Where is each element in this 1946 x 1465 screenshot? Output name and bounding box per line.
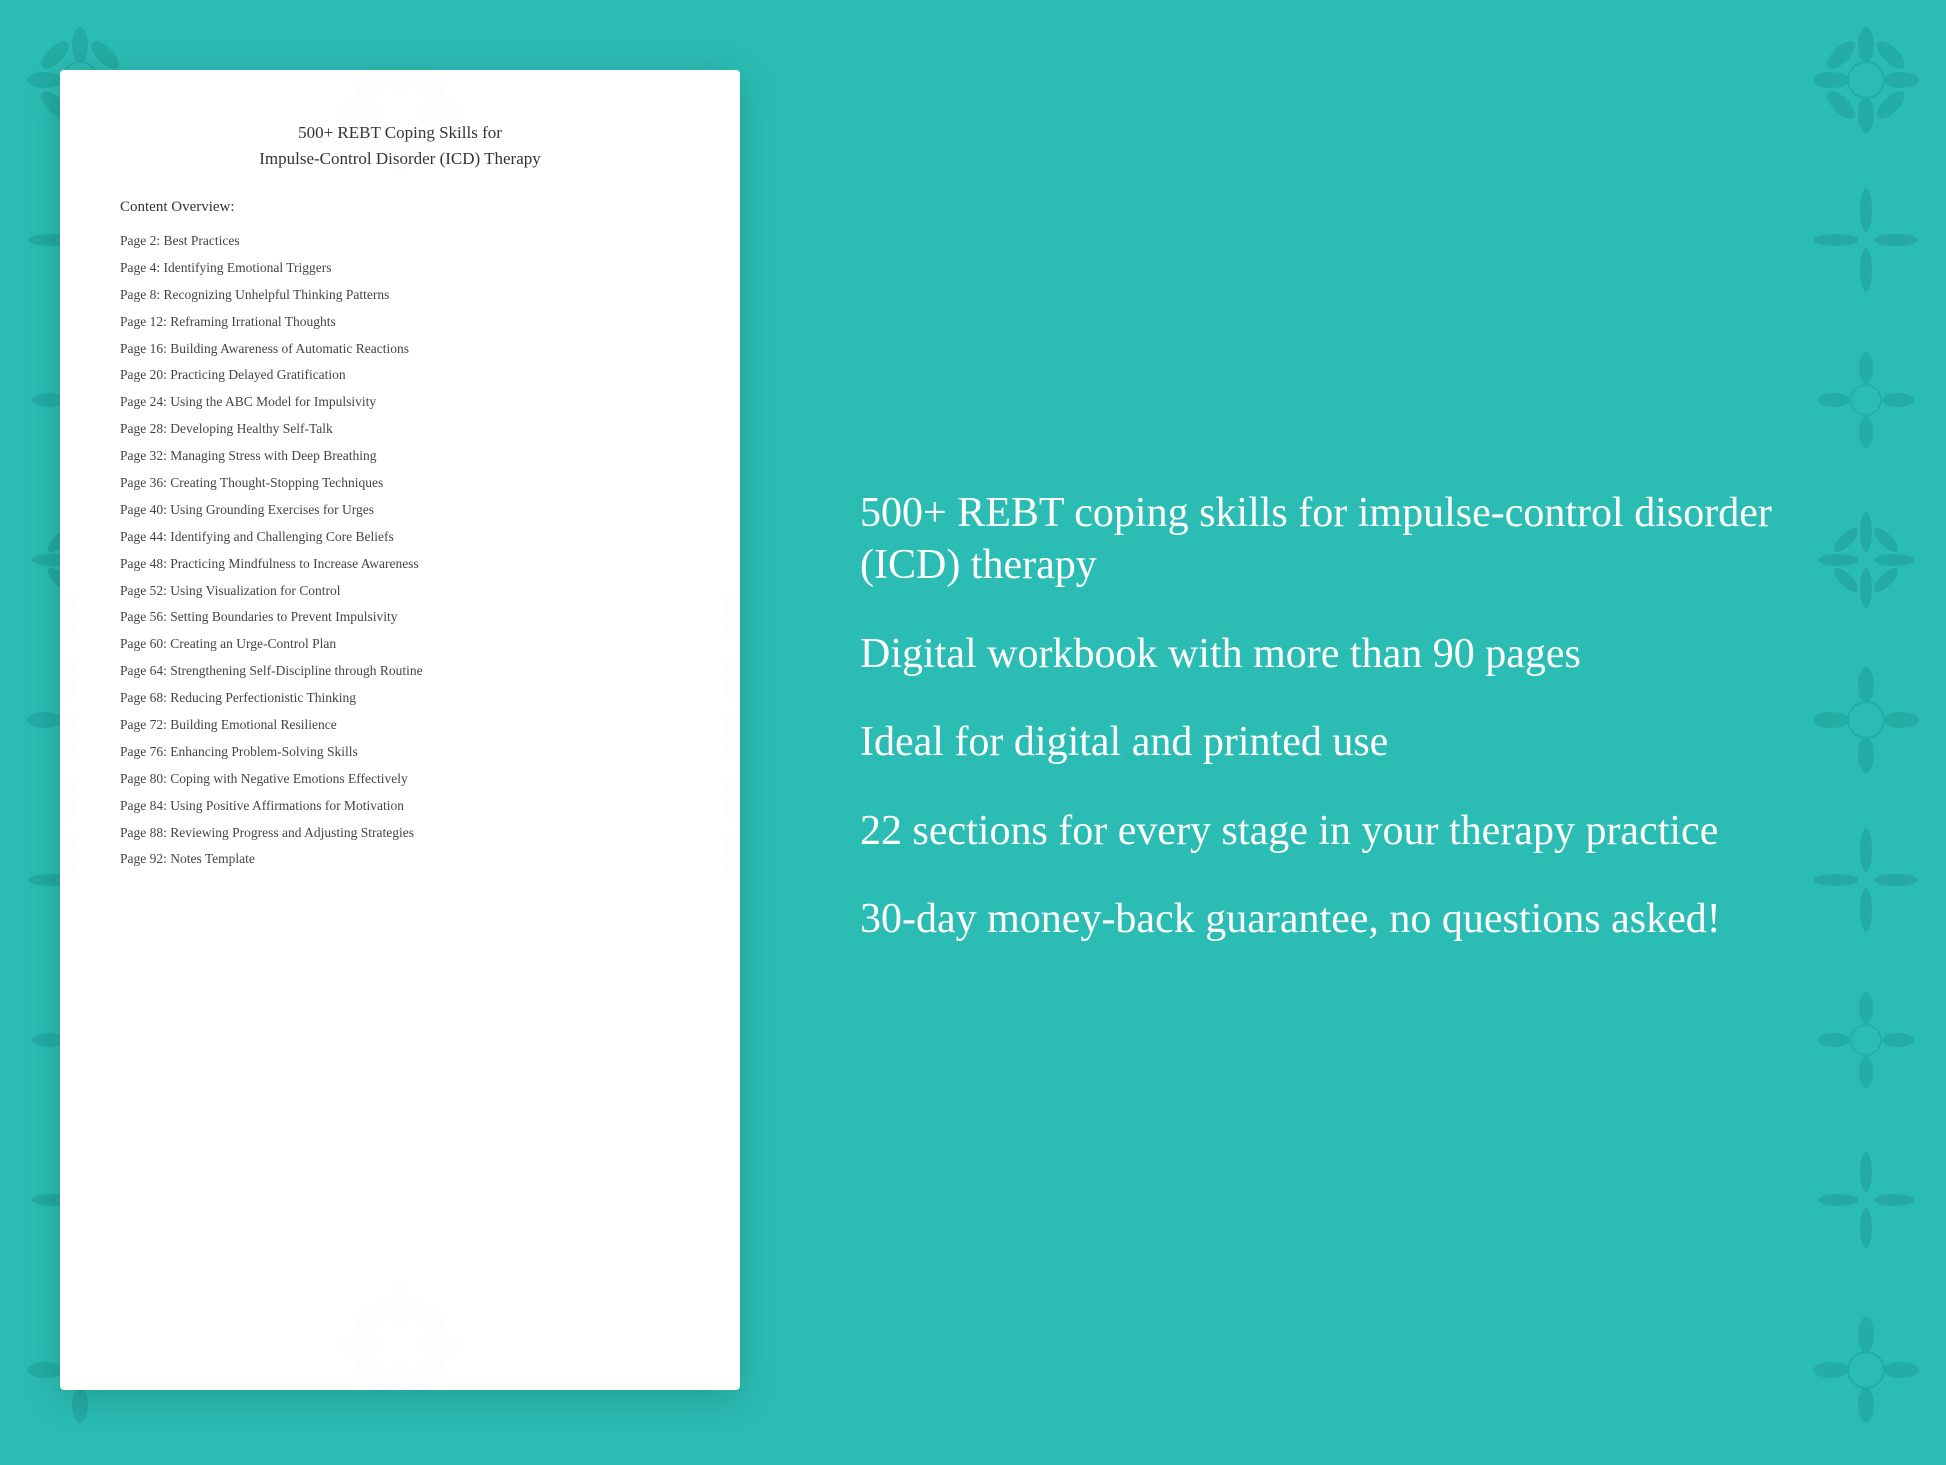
toc-item: Page 24: Using the ABC Model for Impulsi… xyxy=(120,389,680,416)
toc-item: Page 32: Managing Stress with Deep Breat… xyxy=(120,443,680,470)
toc-item: Page 4: Identifying Emotional Triggers xyxy=(120,255,680,282)
toc-item: Page 36: Creating Thought-Stopping Techn… xyxy=(120,470,680,497)
toc-item: Page 16: Building Awareness of Automatic… xyxy=(120,336,680,363)
toc-item: Page 76: Enhancing Problem-Solving Skill… xyxy=(120,739,680,766)
marketing-panel: 500+ REBT coping skills for impulse-cont… xyxy=(800,0,1946,1460)
toc-item: Page 80: Coping with Negative Emotions E… xyxy=(120,766,680,793)
marketing-point-3: Ideal for digital and printed use xyxy=(860,716,1866,769)
toc-item: Page 8: Recognizing Unhelpful Thinking P… xyxy=(120,282,680,309)
table-of-contents: Page 2: Best PracticesPage 4: Identifyin… xyxy=(120,228,680,873)
toc-item: Page 92: Notes Template xyxy=(120,846,680,873)
marketing-point-5: 30-day money-back guarantee, no question… xyxy=(860,893,1866,946)
document-title: 500+ REBT Coping Skills for Impulse-Cont… xyxy=(120,120,680,171)
toc-item: Page 60: Creating an Urge-Control Plan xyxy=(120,631,680,658)
toc-item: Page 52: Using Visualization for Control xyxy=(120,578,680,605)
toc-item: Page 40: Using Grounding Exercises for U… xyxy=(120,497,680,524)
document-panel: 500+ REBT Coping Skills for Impulse-Cont… xyxy=(0,0,800,1460)
marketing-point-2: Digital workbook with more than 90 pages xyxy=(860,628,1866,681)
toc-item: Page 20: Practicing Delayed Gratificatio… xyxy=(120,362,680,389)
main-layout: 500+ REBT Coping Skills for Impulse-Cont… xyxy=(0,0,1946,1460)
toc-item: Page 88: Reviewing Progress and Adjustin… xyxy=(120,820,680,847)
toc-item: Page 28: Developing Healthy Self-Talk xyxy=(120,416,680,443)
toc-item: Page 72: Building Emotional Resilience xyxy=(120,712,680,739)
toc-item: Page 48: Practicing Mindfulness to Incre… xyxy=(120,551,680,578)
marketing-point-4: 22 sections for every stage in your ther… xyxy=(860,805,1866,858)
toc-item: Page 2: Best Practices xyxy=(120,228,680,255)
document-watermark-bottom xyxy=(250,1285,550,1390)
document-watermark-right xyxy=(690,578,740,883)
toc-item: Page 64: Strengthening Self-Discipline t… xyxy=(120,658,680,685)
toc-item: Page 68: Reducing Perfectionistic Thinki… xyxy=(120,685,680,712)
toc-item: Page 44: Identifying and Challenging Cor… xyxy=(120,524,680,551)
toc-item: Page 12: Reframing Irrational Thoughts xyxy=(120,309,680,336)
toc-item: Page 84: Using Positive Affirmations for… xyxy=(120,793,680,820)
toc-item: Page 56: Setting Boundaries to Prevent I… xyxy=(120,604,680,631)
document-card: 500+ REBT Coping Skills for Impulse-Cont… xyxy=(60,70,740,1390)
document-watermark-left xyxy=(60,578,110,883)
marketing-point-1: 500+ REBT coping skills for impulse-cont… xyxy=(860,487,1866,592)
content-overview-heading: Content Overview: xyxy=(120,199,680,216)
